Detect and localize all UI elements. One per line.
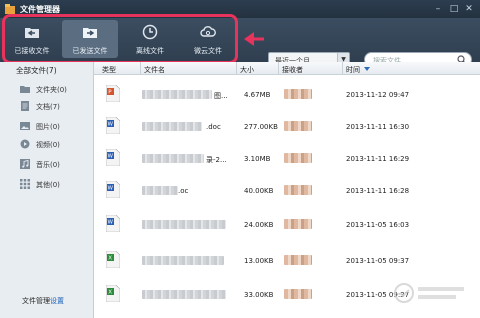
file-size: 33.00KB: [244, 291, 274, 299]
column-receiver[interactable]: 接收者: [278, 62, 303, 75]
file-name: .doc: [206, 123, 221, 131]
file-time: 2013-11-05 09:37: [346, 257, 410, 265]
table-row[interactable]: X 13.00KB 2013-11-05 09:37: [94, 246, 480, 276]
svg-text:X: X: [108, 256, 112, 262]
blurred-receiver: [284, 289, 312, 299]
file-size: 3.10MB: [244, 155, 271, 163]
blurred-filename: [142, 122, 202, 131]
table-header: 类型 文件名 大小 接收者 时间: [94, 62, 480, 75]
column-time[interactable]: 时间: [342, 62, 370, 75]
watermark-logo: [394, 283, 464, 303]
table-row[interactable]: W 录-2... 3.10MB 2013-11-11 16:29: [94, 144, 480, 174]
word-file-icon: W: [106, 117, 120, 134]
column-size[interactable]: 大小: [236, 62, 254, 75]
table-row[interactable]: P 图... 4.67MB 2013-11-12 09:47: [94, 80, 480, 110]
arrow-left-icon: [244, 32, 264, 46]
blurred-filename: [142, 90, 212, 99]
sidebar-item-images[interactable]: 图片(0): [20, 120, 90, 134]
settings-link[interactable]: 设置: [50, 297, 64, 305]
sidebar-item-videos[interactable]: 视频(0): [20, 138, 90, 152]
music-icon: [20, 159, 30, 169]
blurred-receiver: [284, 185, 312, 195]
sidebar-item-folders[interactable]: 文件夹(0): [20, 83, 90, 97]
table-row[interactable]: W 24.00KB 2013-11-05 16:03: [94, 210, 480, 240]
blurred-filename: [142, 186, 178, 195]
sidebar-item-label: 图片(0): [36, 123, 60, 131]
svg-text:W: W: [108, 186, 114, 192]
blurred-receiver: [284, 153, 312, 163]
blurred-filename: [142, 154, 204, 163]
sort-desc-icon: [364, 67, 370, 71]
table-row[interactable]: W .doc 277.00KB 2013-11-11 16:30: [94, 112, 480, 142]
file-manager-settings: 文件管理设置: [22, 296, 64, 306]
file-time: 2013-11-05 16:03: [346, 221, 410, 229]
sidebar: 全部文件(7) 文件夹(0) 文档(7) 图片(0) 视频(0) 音乐(0) 其…: [0, 62, 94, 318]
sidebar-item-other[interactable]: 其他(0): [20, 178, 90, 192]
file-time: 2013-11-11 16:29: [346, 155, 410, 163]
settings-text: 文件管理: [22, 297, 50, 305]
blurred-receiver: [284, 121, 312, 131]
maximize-icon[interactable]: □: [448, 3, 460, 15]
file-time: 2013-11-12 09:47: [346, 91, 410, 99]
blurred-filename: [142, 290, 226, 299]
file-name: .oc: [178, 187, 189, 195]
file-size: 13.00KB: [244, 257, 274, 265]
table-row[interactable]: W .oc 40.00KB 2013-11-11 16:28: [94, 176, 480, 206]
video-icon: [20, 139, 30, 149]
word-file-icon: W: [106, 215, 120, 232]
file-name: 录-2...: [206, 156, 227, 164]
svg-text:X: X: [108, 290, 112, 296]
svg-text:W: W: [108, 220, 114, 226]
blurred-filename: [142, 220, 226, 229]
highlight-box: [2, 14, 238, 64]
blurred-filename: [142, 256, 224, 265]
file-time: 2013-11-11 16:28: [346, 187, 410, 195]
close-icon[interactable]: ✕: [463, 3, 475, 15]
file-size: 40.00KB: [244, 187, 274, 195]
image-icon: [20, 122, 30, 130]
svg-text:W: W: [108, 154, 114, 160]
excel-file-icon: X: [106, 285, 120, 302]
excel-file-icon: X: [106, 251, 120, 268]
file-size: 24.00KB: [244, 221, 274, 229]
sidebar-item-music[interactable]: 音乐(0): [20, 158, 90, 172]
grid-icon: [20, 179, 30, 189]
svg-text:W: W: [108, 122, 114, 128]
sidebar-item-label: 视频(0): [36, 141, 60, 149]
minimize-icon[interactable]: –: [432, 3, 444, 15]
file-size: 4.67MB: [244, 91, 271, 99]
file-time: 2013-11-11 16:30: [346, 123, 410, 131]
column-name[interactable]: 文件名: [140, 62, 165, 75]
sidebar-item-label: 文件夹(0): [36, 86, 67, 94]
word-file-icon: W: [106, 181, 120, 198]
column-time-label: 时间: [346, 66, 360, 74]
word-file-icon: W: [106, 149, 120, 166]
blurred-receiver: [284, 89, 312, 99]
document-icon: [21, 101, 29, 111]
folder-icon: [20, 86, 30, 93]
sidebar-all-files[interactable]: 全部文件(7): [16, 65, 57, 76]
sidebar-item-label: 文档(7): [36, 103, 60, 111]
blurred-receiver: [284, 255, 312, 265]
file-name: 图...: [214, 92, 228, 100]
blurred-receiver: [284, 219, 312, 229]
sidebar-item-documents[interactable]: 文档(7): [20, 100, 90, 114]
sidebar-item-label: 其他(0): [36, 181, 60, 189]
sidebar-item-label: 音乐(0): [36, 161, 60, 169]
column-type[interactable]: 类型: [102, 65, 116, 75]
file-size: 277.00KB: [244, 123, 278, 131]
ppt-file-icon: P: [106, 85, 120, 102]
